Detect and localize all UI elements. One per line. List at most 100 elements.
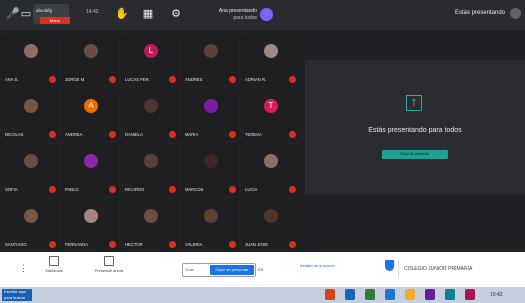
participant-tile[interactable]: VALERIA — [183, 199, 239, 250]
participant-tile[interactable]: MARIA — [183, 89, 239, 140]
avatar-letter — [264, 44, 278, 58]
participant-avatar — [264, 209, 278, 223]
presentation-control: Grab Dejar de presentar — [182, 263, 256, 277]
app-icon-8[interactable] — [465, 289, 475, 300]
participant-avatar — [144, 99, 158, 113]
app-icon-7[interactable] — [445, 289, 455, 300]
participant-avatar — [264, 44, 278, 58]
participant-tile[interactable]: HECTOR — [123, 199, 179, 250]
divider — [398, 260, 399, 278]
participant-name: DANIELA — [125, 132, 143, 137]
presenter-indicator: Ana presentando para todos — [195, 6, 273, 24]
grid-icon[interactable]: ▦ — [142, 8, 154, 20]
participant-tile[interactable]: ADRIAN R. — [243, 34, 299, 85]
mic-muted-icon — [229, 131, 236, 138]
participant-avatar — [144, 209, 158, 223]
participant-tile[interactable]: JORGE M. — [63, 34, 119, 85]
more-options-icon[interactable]: ⋮ — [19, 263, 28, 274]
mic-muted-icon — [49, 76, 56, 83]
mic-muted-icon — [169, 186, 176, 193]
mic-muted-icon — [49, 186, 56, 193]
captions-button[interactable]: Subtítulos — [34, 256, 74, 273]
participant-name: PABLO — [65, 187, 79, 192]
mic-muted-icon — [109, 241, 116, 248]
present-icon — [104, 256, 114, 266]
stop-presenting-button[interactable]: Dejar de presentar — [382, 150, 448, 159]
avatar-letter — [204, 44, 218, 58]
presenting-message: Estás presentando para todos — [368, 127, 462, 134]
avatar-letter — [204, 99, 218, 113]
participant-tile[interactable]: FERNANDA — [63, 199, 119, 250]
meeting-details-link[interactable]: Detalles de la reunión — [300, 264, 355, 269]
settings-icon[interactable]: ⚙ — [170, 8, 182, 20]
app-icon-2[interactable] — [345, 289, 355, 300]
mic-muted-icon — [169, 241, 176, 248]
mic-muted-icon — [229, 76, 236, 83]
participant-tile[interactable]: L LUCAS PER. — [123, 34, 179, 85]
participant-tile[interactable]: MARCOS — [183, 144, 239, 195]
participant-tile[interactable]: A ANDREA — [63, 89, 119, 140]
presenting-panel: ↑ Estás presentando para todos Dejar de … — [305, 60, 525, 195]
avatar-letter — [144, 154, 158, 168]
avatar-letter — [84, 209, 98, 223]
app-icon-3[interactable] — [365, 289, 375, 300]
mic-muted-icon — [109, 76, 116, 83]
participant-tile[interactable]: SOFIA — [3, 144, 59, 195]
participant-tile[interactable]: T TERESA — [243, 89, 299, 140]
stop-sharing-button[interactable]: Dejar de presentar — [210, 265, 254, 275]
participant-tile[interactable]: PABLO — [63, 144, 119, 195]
participant-avatar — [204, 154, 218, 168]
avatar-letter — [84, 154, 98, 168]
participant-name: TERESA — [245, 132, 262, 137]
participant-tile[interactable]: DANIELA — [123, 89, 179, 140]
search-box[interactable]: Escribe aquí para buscar — [2, 289, 32, 301]
clock-text: 14:42 — [86, 9, 99, 15]
participant-tile[interactable]: SANTIAGO — [3, 199, 59, 250]
participant-avatar: L — [144, 44, 158, 58]
avatar-letter — [264, 154, 278, 168]
mic-muted-icon — [109, 186, 116, 193]
app-icon-6[interactable] — [425, 289, 435, 300]
avatar-letter — [144, 209, 158, 223]
avatar-letter — [24, 154, 38, 168]
avatar-letter: T — [268, 101, 274, 110]
participant-tile[interactable]: NICOLAS — [3, 89, 59, 140]
participant-avatar — [24, 154, 38, 168]
participant-avatar — [24, 99, 38, 113]
mic-muted-icon — [289, 186, 296, 193]
language-indicator: ES — [258, 267, 264, 272]
avatar-letter — [204, 209, 218, 223]
participant-name: SANTIAGO — [5, 242, 27, 247]
mic-muted-icon — [229, 186, 236, 193]
mic-muted-icon — [109, 131, 116, 138]
raise-hand-button[interactable]: Mano — [40, 17, 70, 24]
participant-tile[interactable]: JUAN JOSE — [243, 199, 299, 250]
captions-label: Subtítulos — [45, 268, 63, 273]
participant-tile[interactable]: RICARDO — [123, 144, 179, 195]
participant-name: LUCAS PER. — [125, 77, 150, 82]
meeting-title: COLEGIO JUNIOR PRIMARIA — [404, 266, 473, 272]
participant-name: JORGE M. — [65, 77, 86, 82]
participant-tile[interactable]: LUCIA — [243, 144, 299, 195]
participant-tile[interactable]: ANA S. — [3, 34, 59, 85]
participant-name: ANA S. — [5, 77, 19, 82]
tray-clock: 10:42 — [490, 292, 503, 298]
participant-avatar — [144, 154, 158, 168]
participant-avatar — [84, 154, 98, 168]
avatar-letter — [204, 154, 218, 168]
hand-icon[interactable]: ✋ — [115, 8, 129, 20]
participant-grid: ANA S. JORGE M. L LUCAS PER. ANDRES ADRIAN R.… — [3, 34, 299, 252]
mic-icon[interactable]: 🎤 — [6, 8, 20, 20]
camera-icon[interactable]: ▭ — [20, 8, 32, 20]
participant-tile[interactable]: ANDRES — [183, 34, 239, 85]
app-icon-1[interactable] — [325, 289, 335, 300]
shield-icon[interactable] — [385, 260, 394, 271]
avatar-letter — [24, 209, 38, 223]
present-now-button[interactable]: Presentar ahora — [84, 256, 134, 273]
mic-muted-icon — [49, 241, 56, 248]
mic-muted-icon — [289, 241, 296, 248]
avatar-letter: A — [88, 101, 94, 110]
app-icon-5[interactable] — [405, 289, 415, 300]
browser-icon[interactable] — [385, 289, 395, 300]
mic-muted-icon — [289, 131, 296, 138]
